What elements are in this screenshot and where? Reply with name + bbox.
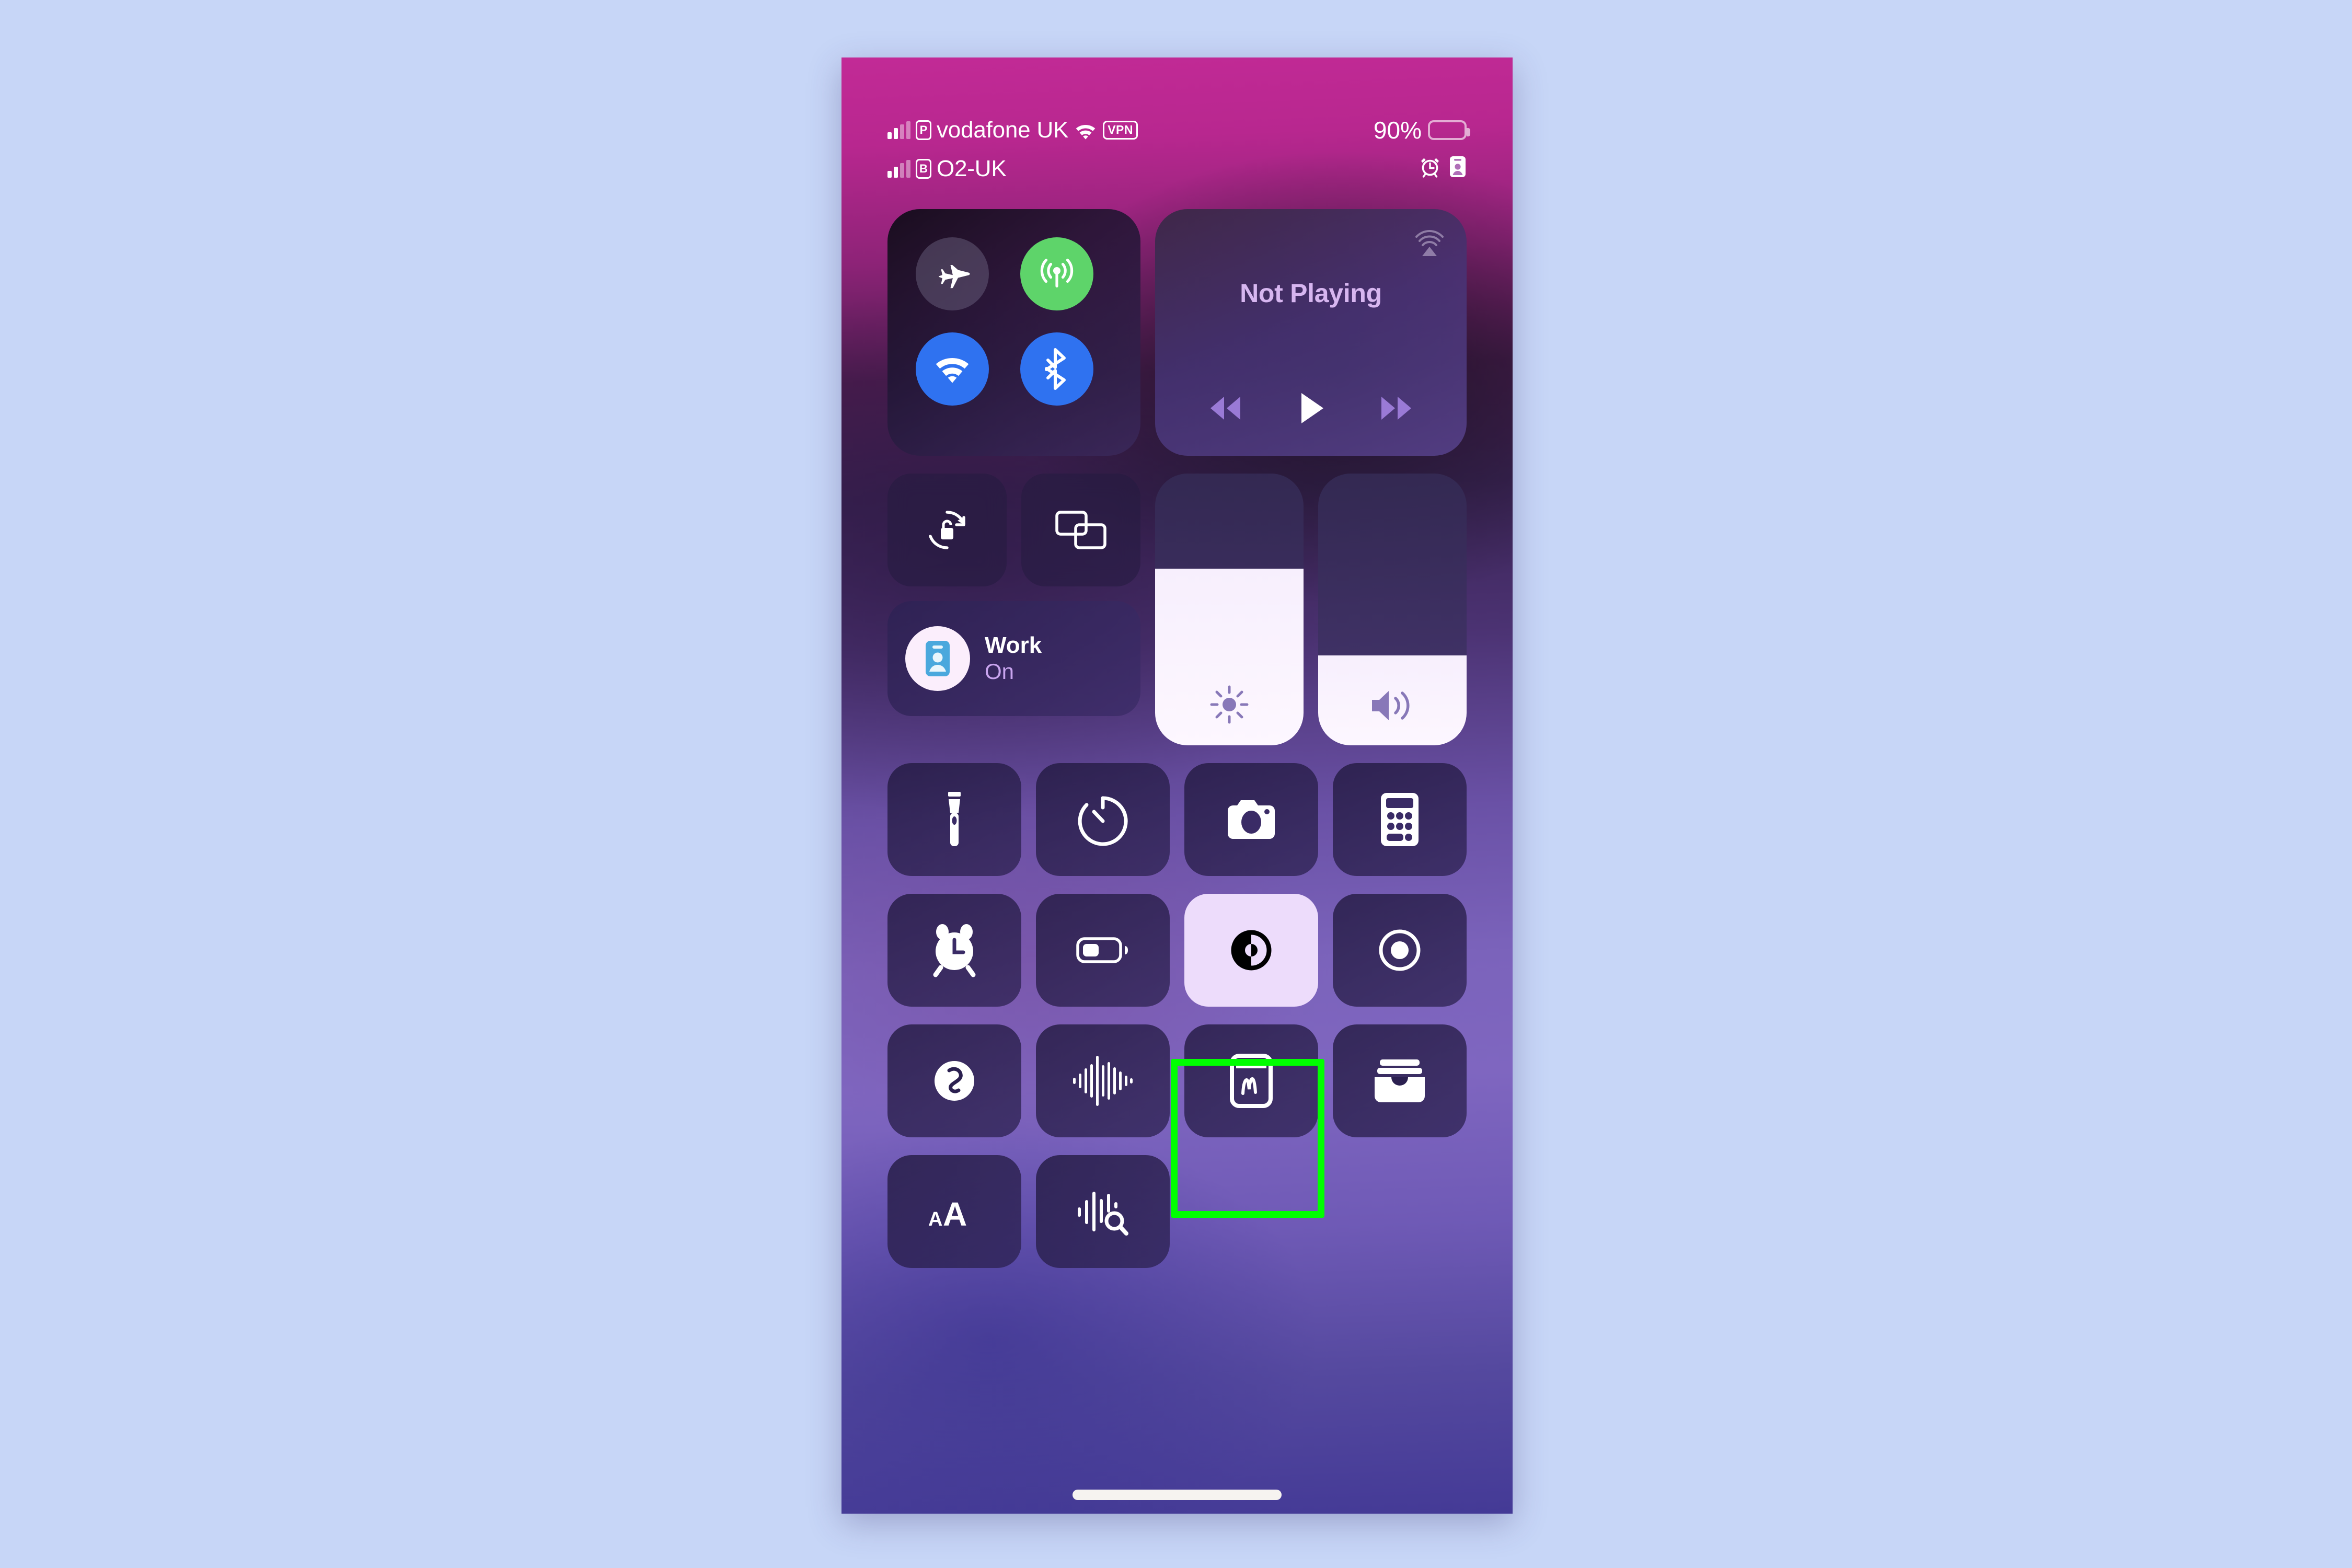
- volume-slider[interactable]: [1318, 474, 1467, 745]
- brightness-sun-icon: [1155, 683, 1304, 727]
- low-power-mode-tile[interactable]: [1036, 894, 1170, 1007]
- bluetooth-button[interactable]: [1020, 332, 1093, 406]
- sim-line-2: B O2-UK: [887, 155, 1138, 183]
- calculator-tile[interactable]: [1333, 763, 1467, 876]
- alarm-clock-icon: [1420, 155, 1440, 178]
- screen-record-icon: [1375, 925, 1425, 975]
- dark-mode-contrast-icon: [1226, 925, 1276, 975]
- cellular-antenna-icon: [1036, 253, 1077, 294]
- airplay-icon[interactable]: [1413, 227, 1446, 259]
- wifi-icon: [932, 353, 973, 385]
- camera-tile[interactable]: [1184, 763, 1318, 876]
- wifi-icon: [1074, 121, 1098, 140]
- airplane-mode-button[interactable]: [916, 237, 989, 310]
- rotation-lock-icon: [922, 505, 972, 555]
- status-bar-right: 90%: [1373, 116, 1470, 180]
- flashlight-tile[interactable]: [887, 763, 1021, 876]
- connectivity-module: [887, 209, 1140, 456]
- media-playback-module[interactable]: Not Playing: [1155, 209, 1467, 456]
- home-indicator[interactable]: [1073, 1490, 1282, 1500]
- shazam-tile[interactable]: [887, 1024, 1021, 1137]
- screen-mirroring-icon: [1054, 508, 1108, 552]
- focus-icon-circle: [905, 626, 970, 691]
- bluetooth-icon: [1042, 348, 1071, 390]
- text-size-icon: A A: [927, 1193, 982, 1230]
- carrier-name-1: vodafone UK: [937, 117, 1069, 143]
- quick-note-icon: [1230, 1054, 1273, 1108]
- dark-mode-tile[interactable]: [1184, 894, 1318, 1007]
- wallet-icon: [1373, 1057, 1427, 1104]
- play-button[interactable]: [1296, 391, 1325, 425]
- control-center-grid: Not Playing Work On A A: [887, 209, 1467, 1286]
- alarm-clock-icon: [928, 923, 981, 978]
- toggle-pair: [887, 474, 1140, 586]
- signal-bars-icon-1: [887, 121, 910, 139]
- wifi-button[interactable]: [916, 332, 989, 406]
- fast-forward-button[interactable]: [1377, 394, 1416, 423]
- camera-icon: [1223, 795, 1279, 844]
- rewind-button[interactable]: [1206, 394, 1244, 423]
- battery-icon: [1428, 120, 1470, 140]
- status-bar-indicator-icons: [1374, 154, 1467, 180]
- waveform-icon: [1072, 1054, 1134, 1108]
- focus-state-label: On: [985, 659, 1014, 684]
- sound-recognition-icon: [1076, 1184, 1130, 1239]
- tiles-row-3: [887, 1024, 1467, 1137]
- svg-text:A: A: [943, 1195, 967, 1230]
- sim-badge-1: P: [916, 120, 931, 140]
- quick-note-tile[interactable]: [1184, 1024, 1318, 1137]
- timer-icon: [1076, 791, 1130, 848]
- work-focus-badge-icon: [1449, 155, 1467, 178]
- volume-speaker-icon: [1318, 685, 1467, 727]
- left-controls-column: Work On: [887, 474, 1140, 745]
- battery-status: 90%: [1373, 116, 1470, 144]
- sound-recognition-tile[interactable]: [1036, 1155, 1170, 1268]
- mid-modules-row: Work On: [887, 474, 1467, 745]
- calculator-icon: [1379, 791, 1420, 848]
- timer-tile[interactable]: [1036, 763, 1170, 876]
- phone-screenshot: P vodafone UK VPN B O2-UK 90% Not Playin…: [841, 57, 1513, 1514]
- tiles-row-4: A A: [887, 1155, 1170, 1268]
- battery-low-icon: [1076, 935, 1130, 966]
- tiles-row-2: [887, 894, 1467, 1007]
- sim-badge-2: B: [916, 159, 931, 179]
- brightness-slider[interactable]: [1155, 474, 1304, 745]
- wallet-tile[interactable]: [1333, 1024, 1467, 1137]
- sim-line-1: P vodafone UK VPN: [887, 116, 1138, 144]
- screen-mirroring-button[interactable]: [1021, 474, 1140, 586]
- alarm-tile[interactable]: [887, 894, 1021, 1007]
- status-bar: P vodafone UK VPN B O2-UK 90%: [841, 116, 1513, 184]
- vpn-badge: VPN: [1103, 121, 1138, 140]
- shazam-icon: [928, 1055, 981, 1107]
- battery-percent-label: 90%: [1373, 117, 1422, 144]
- text-size-tile[interactable]: A A: [887, 1155, 1021, 1268]
- svg-text:A: A: [928, 1208, 942, 1230]
- status-bar-left: P vodafone UK VPN B O2-UK: [887, 116, 1138, 183]
- flashlight-icon: [942, 791, 967, 848]
- screen-recording-tile[interactable]: [1333, 894, 1467, 1007]
- work-focus-badge-icon: [921, 639, 954, 678]
- signal-bars-icon-2: [887, 160, 910, 178]
- now-playing-title: Not Playing: [1240, 279, 1382, 308]
- focus-text-group: Work On: [985, 632, 1042, 685]
- transport-controls: [1155, 391, 1467, 425]
- airplane-icon: [933, 255, 972, 293]
- rotation-lock-button[interactable]: [887, 474, 1007, 586]
- focus-name-label: Work: [985, 632, 1042, 658]
- cellular-data-button[interactable]: [1020, 237, 1093, 310]
- carrier-name-2: O2-UK: [937, 156, 1007, 181]
- voice-memos-tile[interactable]: [1036, 1024, 1170, 1137]
- tiles-row-1: [887, 763, 1467, 876]
- focus-mode-tile[interactable]: Work On: [887, 601, 1140, 716]
- control-center-screen: P vodafone UK VPN B O2-UK 90% Not Playin…: [841, 57, 1513, 1514]
- top-modules-row: Not Playing: [887, 209, 1467, 456]
- sliders-group: [1155, 474, 1467, 745]
